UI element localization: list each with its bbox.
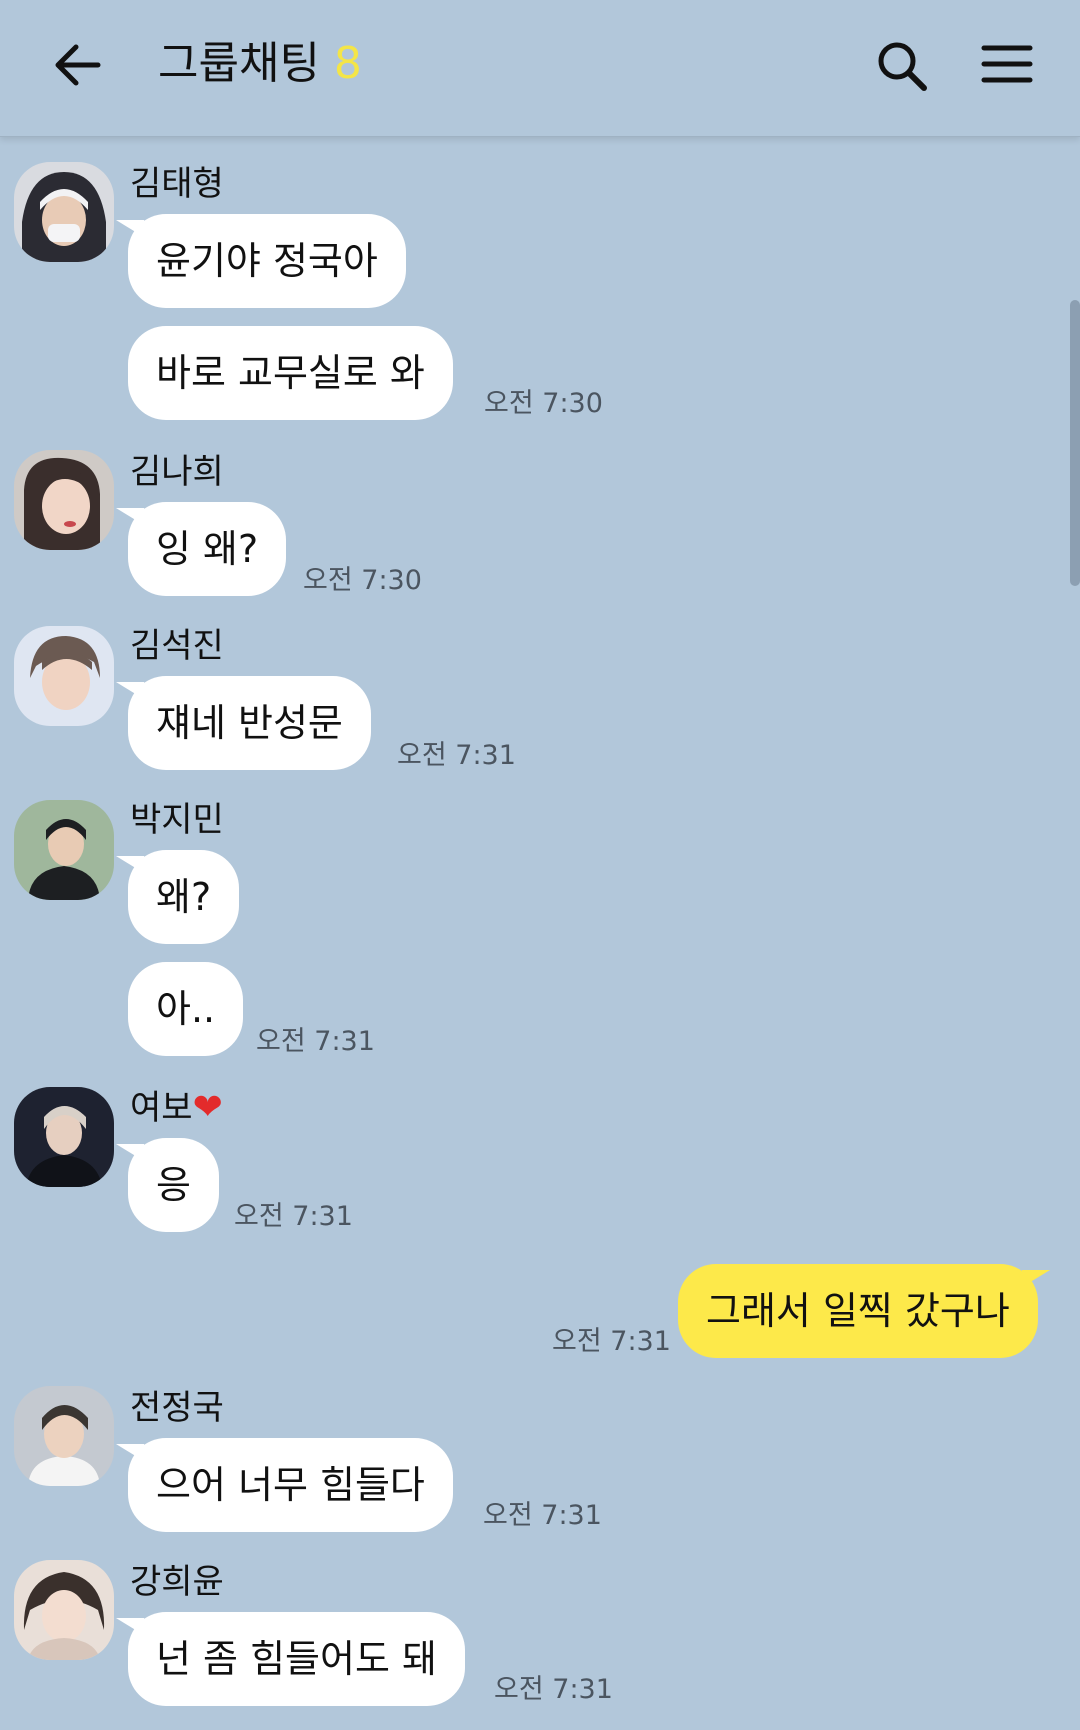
sender-name: 김태형 <box>130 164 224 204</box>
profile-photo <box>14 626 114 726</box>
sender-name: 박지민 <box>130 800 224 840</box>
avatar[interactable] <box>14 1560 114 1660</box>
avatar[interactable] <box>14 450 114 550</box>
message-time: 오전 7:31 <box>483 1500 602 1531</box>
arrow-left-icon <box>55 44 101 86</box>
avatar[interactable] <box>14 1087 114 1187</box>
avatar[interactable] <box>14 162 114 262</box>
profile-photo <box>14 450 114 550</box>
profile-photo <box>14 1560 114 1660</box>
search-button[interactable] <box>872 36 932 96</box>
sender-name: 강희윤 <box>130 1562 224 1602</box>
chat-title: 그룹채팅 8 <box>158 36 362 92</box>
sender-name-text: 여보 <box>130 1088 193 1128</box>
sender-name: 전정국 <box>130 1388 224 1428</box>
message-bubble[interactable]: 응 <box>128 1138 219 1232</box>
my-message-bubble[interactable]: 그래서 일찍 갔구나 <box>678 1264 1038 1358</box>
profile-photo <box>14 800 114 900</box>
chat-room-name: 그룹채팅 <box>158 38 320 89</box>
message-time: 오전 7:31 <box>234 1201 353 1232</box>
profile-photo <box>14 1386 114 1486</box>
message-time: 오전 7:31 <box>397 740 516 771</box>
message-bubble[interactable]: 바로 교무실로 와 <box>128 326 453 420</box>
message-bubble[interactable]: 아.. <box>128 962 244 1056</box>
member-count: 8 <box>333 38 362 89</box>
avatar[interactable] <box>14 800 114 900</box>
search-icon <box>878 42 927 91</box>
message-time: 오전 7:30 <box>484 388 603 419</box>
message-bubble[interactable]: 넌 좀 힘들어도 돼 <box>128 1612 465 1706</box>
message-time: 오전 7:31 <box>256 1026 375 1057</box>
sender-name: 김석진 <box>130 626 224 666</box>
avatar[interactable] <box>14 626 114 726</box>
back-button[interactable] <box>48 35 108 95</box>
profile-photo <box>14 1087 114 1187</box>
message-time: 오전 7:31 <box>494 1674 613 1705</box>
heart-icon: ❤ <box>192 1087 223 1128</box>
avatar[interactable] <box>14 1386 114 1486</box>
top-bar: 그룹채팅 8 <box>0 0 1080 137</box>
message-bubble[interactable]: 윤기야 정국아 <box>128 214 406 308</box>
scrollbar[interactable] <box>1070 300 1080 586</box>
profile-photo <box>14 162 114 262</box>
message-bubble[interactable]: 쟤네 반성문 <box>128 676 371 770</box>
message-time: 오전 7:30 <box>303 565 422 596</box>
message-time: 오전 7:31 <box>552 1326 671 1357</box>
message-bubble[interactable]: 잉 왜? <box>128 502 287 596</box>
sender-name: 김나희 <box>130 452 224 492</box>
menu-button[interactable] <box>980 38 1036 94</box>
message-bubble[interactable]: 왜? <box>128 850 240 944</box>
hamburger-menu-icon <box>981 45 1033 83</box>
message-bubble[interactable]: 으어 너무 힘들다 <box>128 1438 453 1532</box>
sender-name: 여보❤ <box>130 1087 223 1129</box>
